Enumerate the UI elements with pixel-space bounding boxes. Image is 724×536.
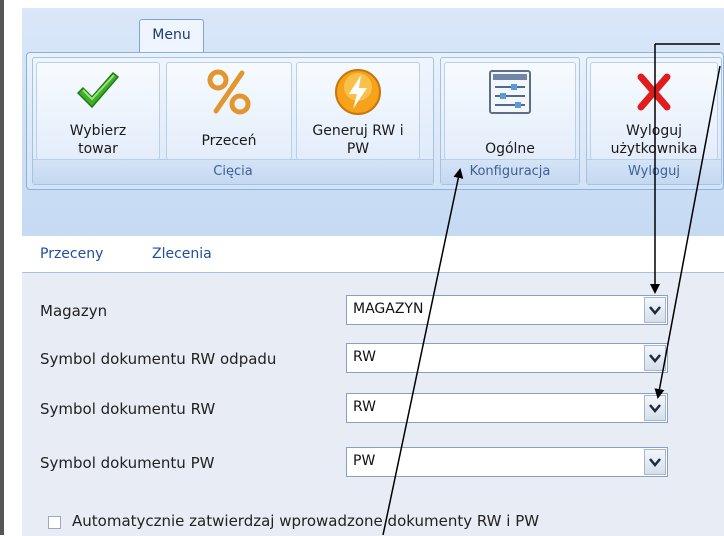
- settings-sliders-icon: [489, 70, 531, 114]
- checkmark-icon: [76, 71, 120, 109]
- auto-approve-checkbox[interactable]: [48, 516, 61, 529]
- group-label-ciecia: Cięcia: [33, 159, 433, 184]
- red-x-icon: [637, 73, 671, 111]
- field-label-pw: Symbol dokumentu PW: [40, 454, 215, 472]
- generate-rw-pw-button[interactable]: Generuj RW i PW: [296, 62, 420, 160]
- rw-value: RW: [353, 399, 377, 415]
- rw-combobox[interactable]: RW: [346, 393, 668, 423]
- ribbon-tab-menu[interactable]: Menu: [139, 19, 204, 53]
- reprice-label: Przeceń: [201, 133, 257, 149]
- rw-odpadu-value: RW: [353, 349, 377, 365]
- tabs-row: [22, 236, 724, 272]
- field-label-magazyn: Magazyn: [40, 302, 108, 320]
- general-settings-button[interactable]: Ogólne: [444, 62, 576, 160]
- tab-zlecenia[interactable]: Zlecenia: [152, 246, 212, 262]
- pw-value: PW: [353, 453, 376, 469]
- select-product-label-1: Wybierz: [69, 123, 127, 139]
- chevron-down-icon[interactable]: [644, 297, 666, 323]
- group-label-wyloguj: Wyloguj: [587, 159, 721, 184]
- generate-rw-pw-label-1: Generuj RW i: [312, 123, 404, 139]
- chevron-down-icon[interactable]: [644, 449, 666, 475]
- group-label-konfiguracja: Konfiguracja: [441, 159, 579, 184]
- reprice-button[interactable]: Przeceń: [166, 62, 292, 160]
- general-settings-label: Ogólne: [485, 141, 535, 157]
- magazyn-combobox[interactable]: MAGAZYN: [346, 295, 668, 325]
- percent-icon: [207, 69, 251, 115]
- logout-user-label-1: Wyloguj: [626, 123, 682, 139]
- top-strip: [22, 0, 724, 8]
- select-product-label-2: towar: [78, 141, 118, 157]
- lightning-icon: [335, 69, 381, 115]
- magazyn-value: MAGAZYN: [353, 301, 424, 317]
- chevron-down-icon[interactable]: [644, 345, 666, 371]
- window-left-border: [0, 0, 4, 535]
- field-label-rw-odpadu: Symbol dokumentu RW odpadu: [40, 350, 277, 368]
- chevron-down-icon[interactable]: [644, 395, 666, 421]
- auto-approve-label: Automatycznie zatwierdzaj wprowadzone do…: [72, 512, 540, 530]
- select-product-button[interactable]: Wybierz towar: [36, 62, 160, 160]
- tab-przeceny[interactable]: Przeceny: [40, 246, 103, 262]
- field-label-rw: Symbol dokumentu RW: [40, 400, 216, 418]
- pw-combobox[interactable]: PW: [346, 447, 668, 477]
- logout-user-label-2: użytkownika: [610, 141, 698, 157]
- rw-odpadu-combobox[interactable]: RW: [346, 343, 668, 373]
- logout-user-button[interactable]: Wyloguj użytkownika: [590, 62, 718, 160]
- generate-rw-pw-label-2: PW: [346, 141, 370, 157]
